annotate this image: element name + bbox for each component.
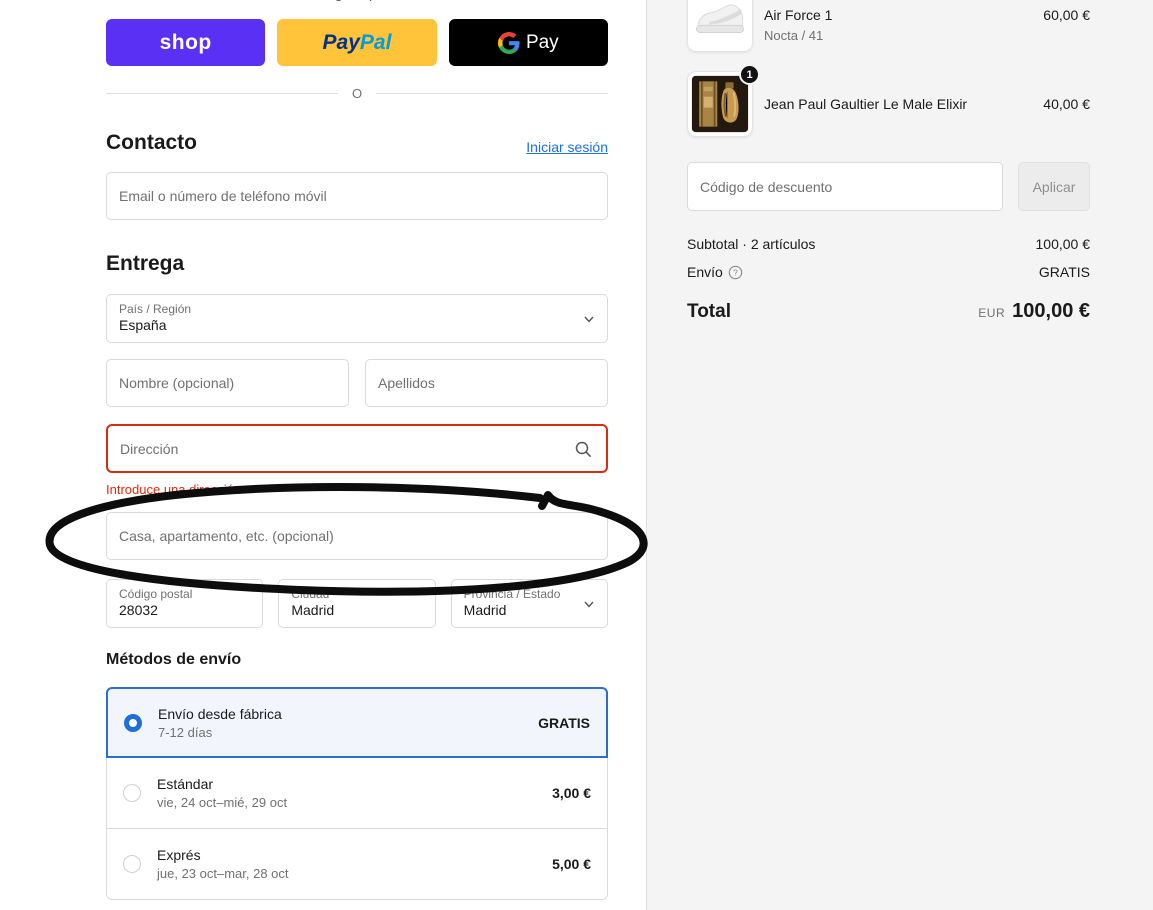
shipping-methods-title: Métodos de envío <box>106 651 242 668</box>
shipping-option-factory[interactable]: Envío desde fábrica 7-12 días GRATIS <box>106 687 608 758</box>
country-select[interactable]: País / Región España <box>106 294 608 343</box>
radio-unselected-icon[interactable] <box>123 855 141 873</box>
postal-code-value: 28032 <box>119 602 158 618</box>
product-thumbnail-air-force-1: 1 <box>687 0 753 52</box>
or-divider: O <box>106 85 608 101</box>
address-field[interactable] <box>108 426 574 471</box>
divider-label: O <box>351 85 363 101</box>
google-g-icon <box>497 31 520 54</box>
city-value: Madrid <box>291 602 335 618</box>
divider-line <box>106 92 338 94</box>
first-name-field[interactable] <box>106 359 349 407</box>
shipping-option-express[interactable]: Exprés jue, 23 oct–mar, 28 oct 5,00 € <box>106 828 608 900</box>
country-value: España <box>119 317 167 333</box>
express-checkout-heading-clipped: Pago exprés <box>106 0 608 1</box>
total-row: Total EUR 100,00 € <box>687 300 1090 323</box>
paypal-logo: PayPal <box>322 30 392 54</box>
address2-field[interactable] <box>106 512 608 560</box>
quantity-badge: 1 <box>739 64 760 85</box>
chevron-down-icon <box>584 316 594 323</box>
shipping-option-name: Envío desde fábrica <box>158 705 282 722</box>
country-label: País / Región <box>119 302 192 316</box>
discount-row: Aplicar <box>687 162 1090 211</box>
address-field-wrapper <box>106 424 608 473</box>
shipping-row: Envío ? GRATIS <box>687 264 1090 280</box>
postal-code-label: Código postal <box>119 587 193 601</box>
help-icon[interactable]: ? <box>728 265 743 280</box>
checkout-page: Pago exprés shop PayPal Pay <box>0 0 1153 910</box>
perfume-image <box>691 75 749 133</box>
postal-code-field[interactable]: Código postal 28032 <box>106 579 264 628</box>
gpay-label: Pay <box>525 31 559 53</box>
radio-unselected-icon[interactable] <box>123 784 141 802</box>
google-pay-button[interactable]: Pay <box>448 19 608 66</box>
product-price: 40,00 € <box>1043 96 1090 112</box>
city-label: Ciudad <box>291 587 330 601</box>
currency-code: EUR <box>978 306 1006 320</box>
delivery-title: Entrega <box>106 252 185 275</box>
svg-text:?: ? <box>733 267 738 277</box>
province-select[interactable]: Provincia / Estado Madrid <box>450 579 608 628</box>
shipping-option-price: GRATIS <box>538 714 590 731</box>
shipping-value: GRATIS <box>1038 264 1090 280</box>
last-name-field[interactable] <box>365 359 608 407</box>
login-link[interactable]: Iniciar sesión <box>526 139 608 155</box>
shop-pay-logo: shop <box>159 30 212 54</box>
shipping-option-detail: 7-12 días <box>158 724 213 740</box>
product-variant: Nocta / 41 <box>764 28 824 43</box>
radio-selected-icon[interactable] <box>124 713 142 732</box>
product-thumbnail-perfume: 1 <box>687 64 760 137</box>
city-field[interactable]: Ciudad Madrid <box>278 579 436 628</box>
checkout-form-column: Pago exprés shop PayPal Pay <box>106 0 608 910</box>
shipping-option-price: 5,00 € <box>552 856 591 872</box>
subtotal-label: Subtotal · 2 artículos <box>687 236 816 252</box>
chevron-down-icon <box>584 601 594 608</box>
order-summary-panel: 1 Air Force 1 Nocta / 41 60,00 € 1 Jean … <box>646 0 1153 910</box>
sneaker-image <box>695 4 745 34</box>
name-row <box>106 359 608 407</box>
contact-title: Contacto <box>106 131 197 154</box>
total-label: Total <box>687 300 731 322</box>
subtotal-row: Subtotal · 2 artículos 100,00 € <box>687 236 1090 252</box>
shipping-option-standard[interactable]: Estándar vie, 24 oct–mié, 29 oct 3,00 € <box>106 757 608 829</box>
shipping-option-detail: jue, 23 oct–mar, 28 oct <box>157 866 289 881</box>
product-name: Air Force 1 <box>764 7 833 23</box>
subtotal-value: 100,00 € <box>1035 236 1091 252</box>
address-error-message: Introduce una dirección <box>106 482 242 497</box>
shipping-label: Envío <box>687 264 723 280</box>
discount-code-field[interactable] <box>687 162 1003 211</box>
shipping-option-detail: vie, 24 oct–mié, 29 oct <box>157 795 288 810</box>
paypal-button[interactable]: PayPal <box>277 19 437 66</box>
shipping-option-name: Exprés <box>157 847 201 863</box>
total-value: 100,00 € <box>1012 300 1090 322</box>
province-label: Provincia / Estado <box>463 587 561 601</box>
express-checkout-buttons: shop PayPal Pay <box>106 19 608 66</box>
divider-line <box>376 92 608 94</box>
postal-city-province-row: Código postal 28032 Ciudad Madrid Provin… <box>106 579 608 628</box>
email-field[interactable] <box>106 172 608 220</box>
shipping-option-name: Estándar <box>157 776 214 792</box>
shipping-option-price: 3,00 € <box>552 785 591 801</box>
product-name: Jean Paul Gaultier Le Male Elixir <box>764 96 968 112</box>
product-price: 60,00 € <box>1043 7 1090 23</box>
contact-header: Contacto Iniciar sesión <box>106 131 608 155</box>
search-icon <box>575 441 591 457</box>
shipping-methods-group: Envío desde fábrica 7-12 días GRATIS Est… <box>106 687 608 900</box>
apply-discount-button[interactable]: Aplicar <box>1018 162 1090 211</box>
province-value: Madrid <box>463 602 507 618</box>
shop-pay-button[interactable]: shop <box>106 19 266 66</box>
